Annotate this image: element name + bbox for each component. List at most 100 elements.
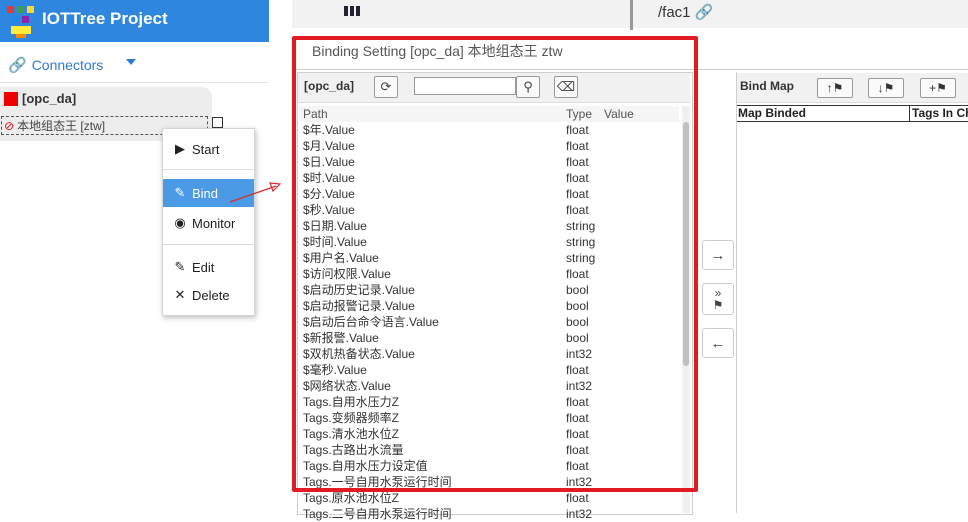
- table-row[interactable]: Tags.原水池水位Z float: [299, 490, 679, 506]
- table-row[interactable]: Tags.二号自用水泵运行时间 int32: [299, 506, 679, 522]
- tag-icon: ⚑: [712, 298, 724, 312]
- divider: [630, 0, 633, 30]
- connectors-menu[interactable]: 🔗 Connectors: [8, 55, 103, 75]
- bind-selected-button[interactable]: →: [702, 240, 734, 270]
- move-up-tag-button[interactable]: ↑ ⚑: [817, 78, 853, 98]
- tag-path-cell: $双机热备状态.Value: [303, 347, 415, 361]
- connection-status-icon: [4, 92, 18, 106]
- clear-button[interactable]: ⌫: [554, 76, 578, 98]
- divider: [0, 82, 269, 83]
- table-row[interactable]: $启动后台命令语言.Value bool: [299, 314, 679, 330]
- tag-type-cell: bool: [566, 283, 589, 297]
- app-logo-icon: [7, 6, 34, 38]
- bind-map-title: Bind Map: [740, 79, 794, 93]
- tag-path-cell: Tags.自用水压力设定值: [303, 459, 428, 473]
- grid-icon: [344, 6, 360, 16]
- column-header-value: Value: [604, 107, 634, 121]
- bind-map-header: Map Binded Tags In Ch: [737, 105, 968, 122]
- table-row[interactable]: $日.Value float: [299, 154, 679, 170]
- chevron-down-icon[interactable]: [126, 59, 136, 65]
- table-row[interactable]: $毫秒.Value float: [299, 362, 679, 378]
- tag-path-cell: $启动历史记录.Value: [303, 283, 415, 297]
- tag-type-cell: bool: [566, 331, 589, 345]
- table-row[interactable]: $网络状态.Value int32: [299, 378, 679, 394]
- tag-path-cell: $访问权限.Value: [303, 267, 391, 281]
- table-row[interactable]: Tags.一号自用水泵运行时间 int32: [299, 474, 679, 490]
- table-row[interactable]: $分.Value float: [299, 186, 679, 202]
- connection-name[interactable]: [opc_da]: [22, 91, 76, 106]
- table-row[interactable]: $年.Value float: [299, 122, 679, 138]
- menu-item-delete[interactable]: ✕ Delete: [163, 281, 254, 309]
- table-row[interactable]: Tags.自用水压力设定值 float: [299, 458, 679, 474]
- refresh-button[interactable]: ⟳: [374, 76, 398, 98]
- tag-path-cell: Tags.自用水压力Z: [303, 395, 400, 409]
- scrollbar-thumb[interactable]: [683, 122, 689, 366]
- menu-item-label: Monitor: [192, 215, 236, 231]
- menu-item-label: Delete: [192, 287, 230, 303]
- tag-type-cell: float: [566, 171, 589, 185]
- tag-path-cell: $时.Value: [303, 171, 355, 185]
- tag-type-cell: bool: [566, 315, 589, 329]
- menu-item-monitor[interactable]: ◉ Monitor: [163, 209, 254, 237]
- unbind-button[interactable]: ←: [702, 328, 734, 358]
- column-header-type: Type: [566, 107, 593, 121]
- tag-path-cell: $时间.Value: [303, 235, 367, 249]
- tag-type-cell: bool: [566, 299, 589, 313]
- tag-path-cell: $月.Value: [303, 139, 355, 153]
- table-row[interactable]: $启动历史记录.Value bool: [299, 282, 679, 298]
- add-tag-button[interactable]: + ⚑: [920, 78, 956, 98]
- move-down-tag-button[interactable]: ↓ ⚑: [868, 78, 904, 98]
- tag-type-cell: float: [566, 187, 589, 201]
- table-row[interactable]: $访问权限.Value float: [299, 266, 679, 282]
- tag-type-cell: float: [566, 491, 589, 505]
- menu-divider: [163, 169, 254, 170]
- tag-path-cell: $毫秒.Value: [303, 363, 367, 377]
- table-row[interactable]: Tags.变频器频率Z float: [299, 410, 679, 426]
- pencil-icon: ✎: [174, 185, 186, 200]
- menu-item-edit[interactable]: ✎ Edit: [163, 253, 254, 281]
- divider: [296, 69, 968, 70]
- tag-type-cell: float: [566, 155, 589, 169]
- unlink-icon: ⊘: [4, 118, 15, 133]
- plus-icon: +: [929, 81, 937, 95]
- tag-panel-label: [opc_da]: [304, 79, 355, 93]
- table-row[interactable]: $用户名.Value string: [299, 250, 679, 266]
- tag-type-cell: float: [566, 459, 589, 473]
- table-row[interactable]: $双机热备状态.Value int32: [299, 346, 679, 362]
- tag-path-cell: $秒.Value: [303, 203, 355, 217]
- refresh-icon: ⟳: [380, 79, 392, 94]
- tag-type-cell: string: [566, 235, 596, 249]
- checkbox-icon[interactable]: [212, 117, 223, 128]
- table-row[interactable]: $时.Value float: [299, 170, 679, 186]
- table-row[interactable]: Tags.自用水压力Z float: [299, 394, 679, 410]
- table-row[interactable]: $新报警.Value bool: [299, 330, 679, 346]
- tag-type-cell: float: [566, 267, 589, 281]
- column-header-tags-in: Tags In Ch: [912, 106, 968, 120]
- table-row[interactable]: $秒.Value float: [299, 202, 679, 218]
- tag-type-cell: int32: [566, 347, 593, 361]
- search-input[interactable]: [414, 77, 516, 95]
- table-row[interactable]: $启动报警记录.Value bool: [299, 298, 679, 314]
- search-button[interactable]: ⚲: [516, 76, 540, 98]
- search-icon: ⚲: [523, 79, 533, 94]
- tag-path-cell: $启动报警记录.Value: [303, 299, 415, 313]
- table-row[interactable]: $月.Value float: [299, 138, 679, 154]
- tag-rows: $年.Value float $月.Value float $日.Value float $…: [299, 122, 679, 522]
- tag-path-cell: Tags.变频器频率Z: [303, 411, 400, 425]
- background-path-label: /fac1: [658, 4, 691, 21]
- menu-item-start[interactable]: ▶ Start: [163, 135, 254, 163]
- menu-item-label: Bind: [192, 185, 219, 201]
- table-row[interactable]: Tags.古路出水流量 float: [299, 442, 679, 458]
- table-row[interactable]: Tags.清水池水位Z float: [299, 426, 679, 442]
- tag-icon: ⚑: [936, 81, 947, 95]
- tag-path-cell: $年.Value: [303, 123, 355, 137]
- connectors-label: Connectors: [31, 57, 104, 73]
- bind-all-button[interactable]: » ⚑: [702, 283, 734, 315]
- tag-path-cell: $用户名.Value: [303, 251, 379, 265]
- tag-icon: ⚑: [883, 81, 895, 95]
- app-title: IOTTree Project: [42, 9, 168, 28]
- tag-path-cell: Tags.一号自用水泵运行时间: [303, 475, 452, 489]
- table-row[interactable]: $日期.Value string: [299, 218, 679, 234]
- table-row[interactable]: $时间.Value string: [299, 234, 679, 250]
- tag-type-cell: int32: [566, 379, 593, 393]
